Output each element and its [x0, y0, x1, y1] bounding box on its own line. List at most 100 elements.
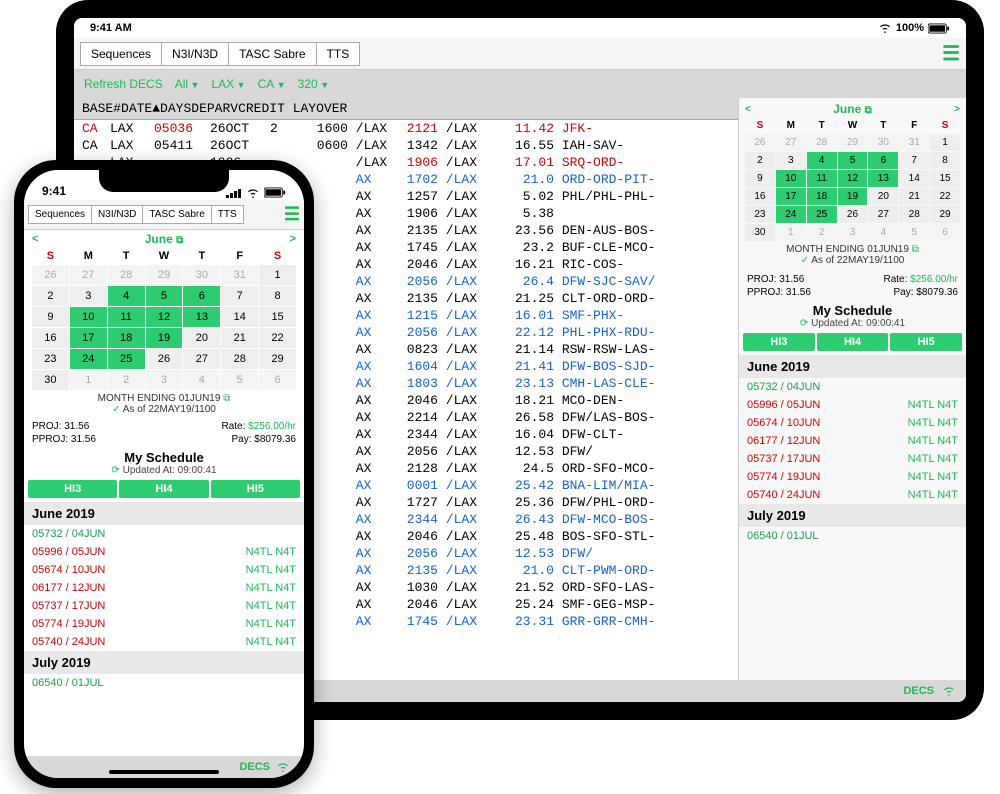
cal-cell[interactable]: 7 [221, 286, 258, 306]
cal-cell[interactable]: 1 [930, 134, 960, 151]
cal-cell[interactable]: 4 [108, 286, 145, 306]
cal-cell[interactable]: 19 [146, 328, 183, 348]
external-icon[interactable]: ⧉ [912, 244, 919, 255]
cal-next[interactable]: > [954, 104, 960, 115]
cal-cell[interactable]: 18 [807, 188, 837, 205]
cal-cell[interactable]: 2 [108, 370, 145, 390]
sched-item[interactable]: 05732 / 04JUN [739, 378, 966, 396]
cal-cell[interactable]: 28 [108, 265, 145, 285]
cal-cell[interactable]: 8 [930, 152, 960, 169]
home-indicator[interactable] [109, 770, 219, 774]
cal-cell[interactable]: 18 [108, 328, 145, 348]
cal-cell[interactable]: 11 [108, 307, 145, 327]
filter-320[interactable]: 320 [298, 77, 329, 91]
cal-cell[interactable]: 25 [108, 349, 145, 369]
tab-n3i[interactable]: N3I/N3D [91, 205, 143, 224]
filter-ca[interactable]: CA [258, 77, 286, 91]
cal-cell[interactable]: 17 [70, 328, 107, 348]
tab-tasc[interactable]: TASC Sabre [228, 42, 316, 66]
cal-cell[interactable]: 5 [146, 286, 183, 306]
sched-item[interactable]: 06540 / 01JUL [739, 527, 966, 545]
sched-item[interactable]: 05740 / 24JUNN4TL N4T [24, 633, 304, 651]
decs-label[interactable]: DECS [903, 685, 934, 697]
refresh-decs[interactable]: Refresh DECS [84, 77, 163, 91]
cal-cell[interactable]: 3 [776, 152, 806, 169]
cal-cell[interactable]: 26 [32, 265, 69, 285]
sched-item[interactable]: 05732 / 04JUN [24, 525, 304, 543]
cal-cell[interactable]: 20 [183, 328, 220, 348]
sched-item[interactable]: 05737 / 17JUNN4TL N4T [24, 597, 304, 615]
cal-cell[interactable]: 25 [807, 206, 837, 223]
sched-item[interactable]: 05674 / 10JUNN4TL N4T [739, 414, 966, 432]
cal-cell[interactable]: 22 [930, 188, 960, 205]
hi5-button[interactable]: HI5 [211, 480, 300, 498]
sched-item[interactable]: 06177 / 12JUNN4TL N4T [24, 579, 304, 597]
cal-cell[interactable]: 30 [32, 370, 69, 390]
cal-cell[interactable]: 23 [32, 349, 69, 369]
cal-cell[interactable]: 26 [146, 349, 183, 369]
cal-cell[interactable]: 14 [221, 307, 258, 327]
cal-cell[interactable]: 1 [776, 224, 806, 241]
cal-cell[interactable]: 30 [183, 265, 220, 285]
cal-cell[interactable]: 30 [745, 224, 775, 241]
cal-cell[interactable]: 26 [745, 134, 775, 151]
cal-prev[interactable]: < [745, 104, 751, 115]
cal-cell[interactable]: 27 [70, 265, 107, 285]
tab-tts[interactable]: TTS [211, 205, 244, 224]
cal-cell[interactable]: 5 [838, 152, 868, 169]
cal-cell[interactable]: 28 [221, 349, 258, 369]
cal-cell[interactable]: 28 [807, 134, 837, 151]
cal-cell[interactable]: 2 [807, 224, 837, 241]
cal-cell[interactable]: 4 [183, 370, 220, 390]
sched-item[interactable]: 05674 / 10JUNN4TL N4T [24, 561, 304, 579]
menu-icon[interactable]: ☰ [942, 41, 960, 66]
external-icon[interactable]: ⧉ [176, 235, 183, 246]
cal-cell[interactable]: 16 [745, 188, 775, 205]
sched-item[interactable]: 05774 / 19JUNN4TL N4T [739, 468, 966, 486]
cal-cell[interactable]: 2 [32, 286, 69, 306]
cal-cell[interactable]: 15 [930, 170, 960, 187]
cal-cell[interactable]: 13 [183, 307, 220, 327]
cal-cell[interactable]: 20 [868, 188, 898, 205]
cal-cell[interactable]: 3 [146, 370, 183, 390]
tab-tts[interactable]: TTS [316, 42, 361, 66]
cal-cell[interactable]: 29 [259, 349, 296, 369]
filter-all[interactable]: All [175, 77, 200, 91]
cal-cell[interactable]: 3 [838, 224, 868, 241]
sched-item[interactable]: 05996 / 05JUNN4TL N4T [24, 543, 304, 561]
tab-n3i[interactable]: N3I/N3D [161, 42, 229, 66]
sched-item[interactable]: 06540 / 01JUL [24, 674, 304, 692]
cal-cell[interactable]: 4 [807, 152, 837, 169]
sched-item[interactable]: 06177 / 12JUNN4TL N4T [739, 432, 966, 450]
cal-cell[interactable]: 29 [838, 134, 868, 151]
cal-cell[interactable]: 6 [183, 286, 220, 306]
cal-cell[interactable]: 6 [868, 152, 898, 169]
cal-cell[interactable]: 5 [899, 224, 929, 241]
hi3-button[interactable]: HI3 [743, 333, 815, 351]
cal-month[interactable]: June [833, 102, 861, 116]
cal-cell[interactable]: 16 [32, 328, 69, 348]
menu-icon[interactable]: ☰ [284, 204, 300, 225]
cal-cell[interactable]: 13 [868, 170, 898, 187]
cal-cell[interactable]: 11 [807, 170, 837, 187]
cal-cell[interactable]: 6 [930, 224, 960, 241]
seq-row[interactable]: CALAX0541126OCT0600 /LAX1342 /LAX16.55 I… [74, 137, 738, 154]
cal-cell[interactable]: 12 [838, 170, 868, 187]
cal-cell[interactable]: 19 [838, 188, 868, 205]
cal-cell[interactable]: 10 [776, 170, 806, 187]
cal-cell[interactable]: 31 [899, 134, 929, 151]
cal-cell[interactable]: 12 [146, 307, 183, 327]
sched-item[interactable]: 05996 / 05JUNN4TL N4T [739, 396, 966, 414]
cal-cell[interactable]: 17 [776, 188, 806, 205]
seq-row[interactable]: CALAX0503626OCT21600 /LAX2121 /LAX11.42 … [74, 120, 738, 137]
cal-cell[interactable]: 6 [259, 370, 296, 390]
cal-cell[interactable]: 1 [259, 265, 296, 285]
filter-lax[interactable]: LAX [211, 77, 245, 91]
cal-prev[interactable]: < [32, 233, 38, 245]
cal-cell[interactable]: 31 [221, 265, 258, 285]
cal-cell[interactable]: 29 [146, 265, 183, 285]
hi3-button[interactable]: HI3 [28, 480, 117, 498]
cal-cell[interactable]: 27 [776, 134, 806, 151]
cal-cell[interactable]: 3 [70, 286, 107, 306]
cal-cell[interactable]: 24 [776, 206, 806, 223]
